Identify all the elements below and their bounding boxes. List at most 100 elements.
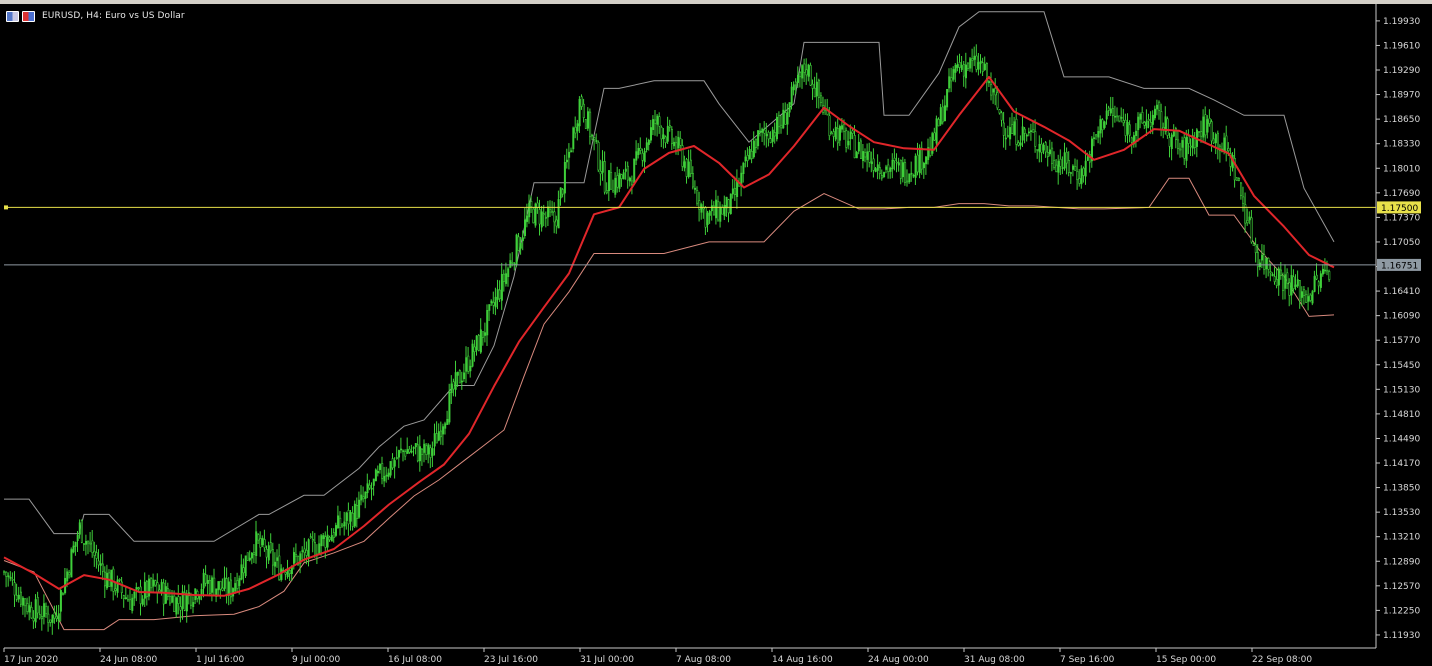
candle-body	[666, 126, 669, 142]
candle-body	[435, 433, 438, 444]
candles-layer	[3, 44, 1331, 635]
candle-body	[448, 391, 451, 423]
candle-body	[1046, 152, 1049, 158]
candle-body	[1025, 134, 1028, 137]
candle-body	[1326, 270, 1329, 273]
candle-body	[13, 582, 16, 596]
price-tick-label: 1.14170	[1383, 459, 1420, 469]
candle-body	[528, 202, 531, 218]
time-tick-label: 23 Jul 16:00	[484, 655, 538, 665]
candle-body	[897, 162, 900, 166]
candle-body	[889, 167, 892, 172]
candle-body	[129, 599, 132, 610]
horizontal-line-handle	[4, 205, 8, 210]
candle-body	[131, 597, 134, 611]
price-tick-label: 1.15770	[1383, 336, 1420, 346]
candle-body	[901, 162, 904, 178]
candle-body	[498, 289, 501, 300]
candle-body	[257, 534, 260, 541]
candle-body	[1139, 113, 1142, 120]
candle-body	[937, 119, 940, 127]
candle-body	[1063, 152, 1066, 169]
candle-body	[813, 87, 816, 98]
candle-body	[374, 469, 377, 482]
candle-body	[717, 201, 720, 221]
candle-body	[799, 72, 802, 78]
candle-body	[276, 557, 279, 561]
candle-body	[9, 576, 12, 579]
candle-body	[57, 613, 60, 622]
candle-body	[1322, 268, 1325, 275]
candle-body	[122, 595, 125, 599]
candle-body	[691, 173, 694, 188]
candle-body	[803, 63, 806, 73]
candle-body	[353, 503, 356, 527]
candle-body	[217, 581, 220, 591]
candle-body	[433, 433, 436, 447]
candle-body	[1015, 118, 1018, 145]
candle-body	[397, 450, 400, 458]
candle-body	[133, 591, 136, 599]
price-chart[interactable]: 1.19930 1.19610 1.19290 1.18970 1.18650 1.183…	[0, 0, 1432, 666]
candle-body	[584, 119, 587, 129]
candle-body	[832, 131, 835, 137]
candle-body	[1313, 276, 1316, 292]
candle-body	[696, 190, 699, 204]
candle-body	[847, 140, 850, 146]
price-tick-label: 1.19930	[1383, 17, 1420, 27]
candle-body	[112, 568, 115, 592]
candle-body	[899, 159, 902, 179]
candle-body	[1319, 273, 1322, 288]
candle-body	[1074, 166, 1077, 171]
candle-body	[939, 107, 942, 125]
candle-body	[91, 540, 94, 554]
candle-body	[154, 580, 157, 586]
candle-body	[251, 552, 254, 559]
candle-body	[1204, 114, 1207, 136]
candle-body	[70, 549, 73, 578]
candle-body	[1210, 121, 1213, 142]
candle-body	[263, 539, 266, 549]
candle-body	[198, 595, 201, 600]
candle-body	[1183, 137, 1186, 159]
candle-body	[748, 149, 751, 160]
candle-body	[746, 155, 749, 161]
candle-body	[519, 243, 522, 249]
candle-body	[628, 177, 631, 182]
candle-body	[639, 147, 642, 151]
candle-body	[486, 309, 489, 336]
candle-body	[828, 115, 831, 136]
candle-body	[59, 590, 62, 612]
candle-body	[964, 64, 967, 79]
candle-body	[542, 213, 545, 216]
candle-body	[1277, 268, 1280, 286]
candle-body	[591, 134, 594, 137]
candle-body	[1208, 118, 1211, 124]
candle-body	[1044, 142, 1047, 153]
candle-body	[719, 206, 722, 222]
candle-body	[156, 582, 159, 593]
time-tick-label: 22 Sep 08:00	[1252, 655, 1312, 665]
candle-body	[769, 138, 772, 143]
candle-body	[631, 180, 634, 185]
candle-body	[364, 491, 367, 499]
candle-body	[635, 151, 638, 161]
candle-body	[1311, 291, 1314, 304]
candle-body	[389, 461, 392, 476]
candle-body	[236, 580, 239, 589]
candle-body	[1093, 137, 1096, 139]
candle-body	[139, 586, 142, 604]
candle-body	[1082, 167, 1085, 176]
candle-body	[360, 494, 363, 501]
candle-body	[416, 444, 419, 462]
candle-body	[127, 599, 130, 602]
candle-body	[967, 62, 970, 69]
candle-body	[599, 171, 602, 175]
candle-body	[820, 95, 823, 103]
candle-body	[95, 552, 98, 559]
candle-body	[101, 563, 104, 572]
candle-body	[1120, 117, 1123, 119]
candle-body	[958, 62, 961, 68]
candle-body	[475, 335, 478, 351]
candle-body	[5, 571, 8, 577]
